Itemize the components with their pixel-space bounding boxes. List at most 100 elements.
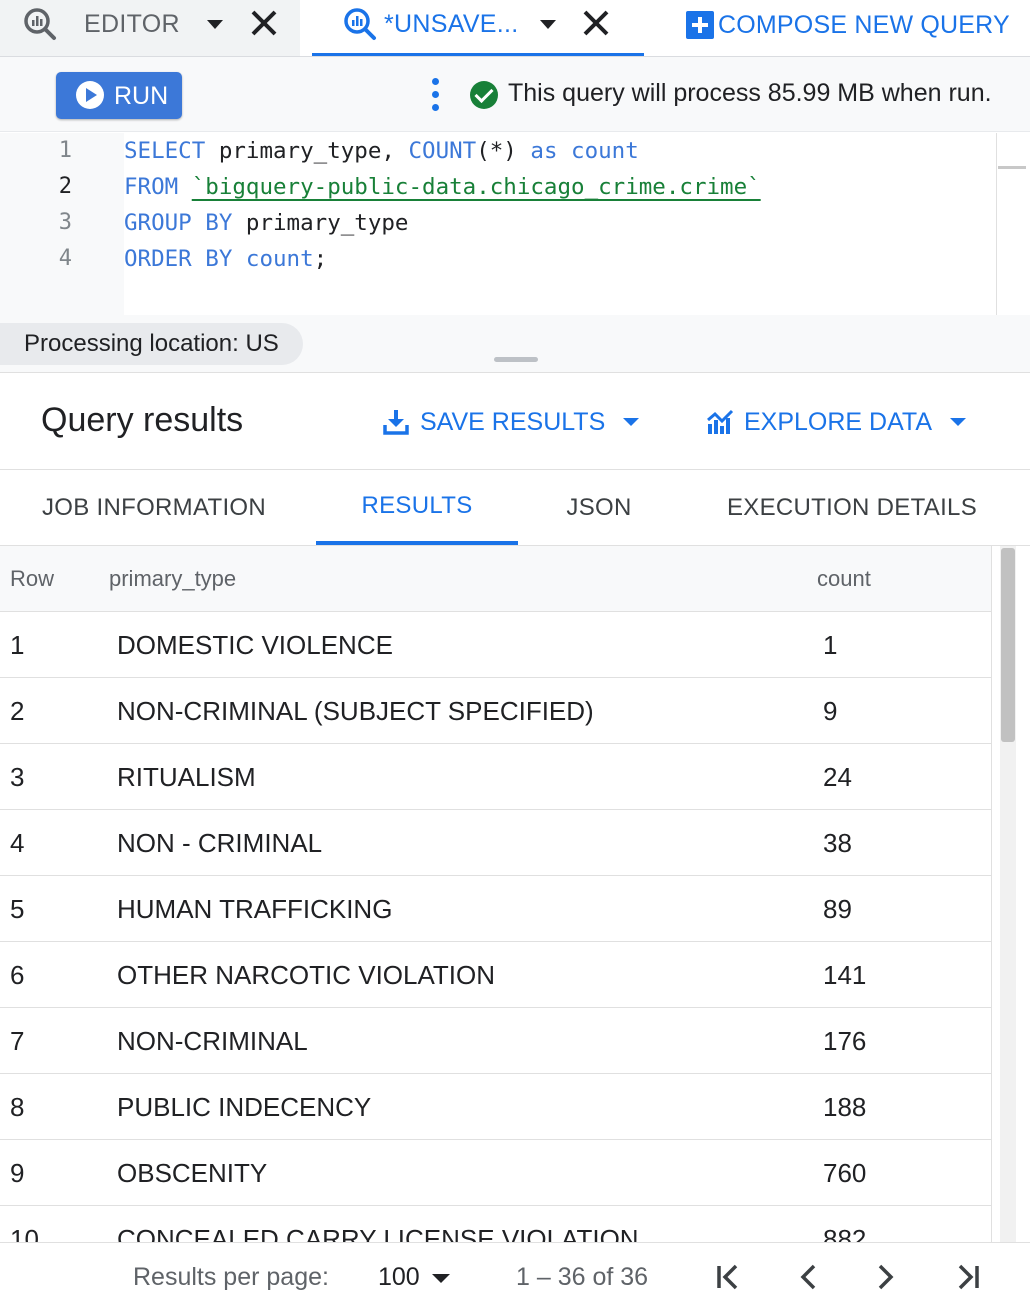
results-title: Query results	[41, 401, 244, 439]
table-row[interactable]: 10 CONCEALED CARRY LICENSE VIOLATION 882	[0, 1206, 991, 1242]
code-line[interactable]: SELECT primary_type, COUNT(*) as count	[124, 138, 639, 164]
close-icon[interactable]	[247, 6, 281, 40]
row-number-cell: 2	[10, 696, 25, 726]
primary-type-cell: HUMAN TRAFFICKING	[117, 894, 393, 924]
primary-type-cell: NON-CRIMINAL	[117, 1026, 308, 1056]
sql-keyword: count	[245, 246, 314, 272]
primary-type-cell: PUBLIC INDECENCY	[117, 1092, 372, 1122]
row-number-cell: 9	[10, 1158, 25, 1188]
count-cell: 760	[823, 1158, 867, 1188]
explore-data-label: EXPLORE DATA	[744, 407, 933, 436]
table-row[interactable]: 5 HUMAN TRAFFICKING 89	[0, 876, 991, 942]
table-row[interactable]: 9 OBSCENITY 760	[0, 1140, 991, 1206]
resize-handle[interactable]	[494, 357, 538, 362]
editor-scrollbar[interactable]	[996, 133, 997, 315]
results-per-page-select[interactable]: 100	[378, 1263, 420, 1292]
sql-keyword: count	[571, 138, 639, 164]
code-line[interactable]: GROUP BY primary_type	[124, 210, 408, 236]
chevron-left-icon[interactable]	[788, 1257, 828, 1297]
row-number-cell: 1	[10, 630, 25, 660]
play-circle-icon	[76, 81, 104, 109]
count-cell: 1	[823, 630, 838, 660]
results-table: Row primary_type count 1 DOMESTIC VIOLENC…	[0, 546, 992, 1242]
page-range: 1 – 36 of 36	[516, 1263, 649, 1291]
sql-editor[interactable]: 1 2 3 4 SELECT primary_type, COUNT(*) as…	[0, 133, 1030, 315]
tab-editor-label: EDITOR	[84, 10, 180, 38]
table-row[interactable]: 8 PUBLIC INDECENCY 188	[0, 1074, 991, 1140]
table-row[interactable]: 3 RITUALISM 24	[0, 744, 991, 810]
count-cell: 188	[823, 1092, 867, 1122]
sql-text: primary_type,	[205, 138, 409, 164]
column-header-row: Row	[10, 566, 55, 591]
pagination-bar: Results per page: 100 1 – 36 of 36	[0, 1242, 1030, 1304]
count-cell: 24	[823, 762, 852, 792]
row-number-cell: 6	[10, 960, 25, 990]
primary-type-cell: DOMESTIC VIOLENCE	[117, 630, 393, 660]
line-number-gutter: 1 2 3 4	[0, 133, 124, 315]
sql-keyword: as	[530, 138, 558, 164]
count-cell: 38	[823, 828, 852, 858]
sql-keyword: GROUP	[124, 210, 192, 236]
table-row[interactable]: 7 NON-CRIMINAL 176	[0, 1008, 991, 1074]
sql-text: (*)	[476, 138, 531, 164]
query-magnifier-icon	[24, 8, 56, 40]
code-line[interactable]: ORDER BY count;	[124, 246, 327, 272]
check-circle-icon	[470, 81, 498, 109]
chevron-down-icon[interactable]	[540, 20, 556, 29]
table-row[interactable]: 4 NON - CRIMINAL 38	[0, 810, 991, 876]
results-header: Query results SAVE RESULTS EXPLORE DATA	[0, 373, 1030, 470]
close-icon[interactable]	[579, 6, 613, 40]
count-cell: 176	[823, 1026, 867, 1056]
sql-keyword: BY	[205, 210, 233, 236]
table-row[interactable]: 6 OTHER NARCOTIC VIOLATION 141	[0, 942, 991, 1008]
compose-label: COMPOSE NEW QUERY	[718, 10, 1010, 39]
validation-message: This query will process 85.99 MB when ru…	[508, 79, 992, 107]
run-label: RUN	[114, 82, 169, 110]
row-number-cell: 10	[10, 1224, 39, 1242]
save-results-label: SAVE RESULTS	[420, 407, 606, 436]
column-header-count[interactable]: count	[817, 566, 871, 592]
scrollbar-thumb[interactable]	[1001, 548, 1015, 742]
line-number: 1	[58, 138, 72, 163]
more-vert-icon[interactable]	[430, 78, 442, 112]
processing-location-chip: Processing location: US	[0, 323, 303, 365]
primary-type-cell: OBSCENITY	[117, 1158, 268, 1188]
sql-keyword: BY	[205, 246, 233, 272]
sql-text: ;	[313, 246, 328, 272]
last-page-icon[interactable]	[948, 1257, 988, 1297]
tab-editor[interactable]: EDITOR	[0, 0, 300, 56]
run-button[interactable]: RUN	[56, 72, 182, 119]
chevron-down-icon[interactable]	[432, 1274, 450, 1283]
table-row[interactable]: 2 NON-CRIMINAL (SUBJECT SPECIFIED) 9	[0, 678, 991, 744]
chevron-down-icon[interactable]	[207, 20, 223, 29]
line-number: 4	[58, 246, 72, 271]
explore-data-button[interactable]: EXPLORE DATA	[706, 405, 967, 439]
tab-execution-details[interactable]: EXECUTION DETAILS	[712, 470, 992, 545]
tab-results[interactable]: RESULTS	[316, 470, 518, 545]
query-toolbar: RUN This query will process 85.99 MB whe…	[0, 57, 1030, 132]
sql-keyword: COUNT	[408, 138, 477, 164]
tab-unsaved-query[interactable]: *UNSAVE...	[312, 0, 644, 56]
tab-job-information[interactable]: JOB INFORMATION	[0, 470, 308, 545]
column-header-primary-type[interactable]: primary_type	[109, 566, 236, 592]
row-number-cell: 8	[10, 1092, 25, 1122]
code-line[interactable]: FROM `bigquery-public-data.chicago_crime…	[124, 174, 761, 200]
line-number: 2	[58, 174, 72, 199]
table-row[interactable]: 1 DOMESTIC VIOLENCE 1	[0, 612, 991, 678]
primary-type-cell: NON - CRIMINAL	[117, 828, 323, 858]
compose-new-query-button[interactable]: COMPOSE NEW QUERY	[686, 8, 1010, 42]
chevron-right-icon[interactable]	[866, 1257, 906, 1297]
tab-json[interactable]: JSON	[518, 470, 680, 545]
first-page-icon[interactable]	[708, 1257, 748, 1297]
sql-text: primary_type	[232, 210, 409, 236]
count-cell: 882	[823, 1224, 867, 1242]
save-results-button[interactable]: SAVE RESULTS	[382, 405, 640, 439]
results-tabs: JOB INFORMATION RESULTS JSON EXECUTION D…	[0, 470, 1030, 546]
row-number-cell: 5	[10, 894, 25, 924]
row-number-cell: 4	[10, 828, 25, 858]
table-scrollbar[interactable]	[992, 546, 1030, 1242]
